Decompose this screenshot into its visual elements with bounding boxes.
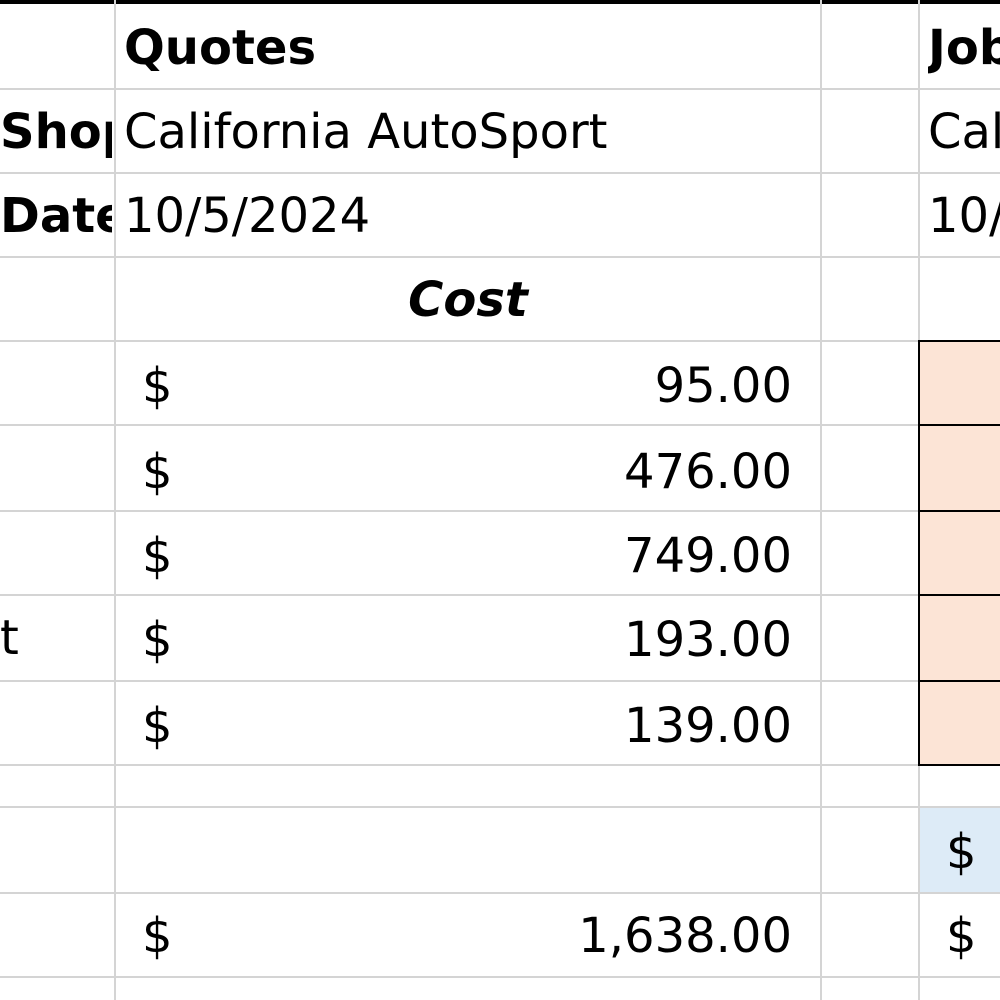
row-label-fragment[interactable]: t [0,596,40,680]
currency-symbol: $ [142,528,173,584]
currency-symbol: $ [142,698,173,754]
total-amount: 1,638.00 [578,908,792,964]
job-header-partial[interactable]: Job [928,6,1000,90]
cost-amount: 476.00 [624,444,792,500]
shop-label[interactable]: Shop [0,90,112,174]
date-value[interactable]: 10/5/2024 [124,174,814,258]
date-label[interactable]: Date [0,174,112,258]
col-divider-b-c [820,0,822,1000]
currency-symbol: $ [142,444,173,500]
blue-cell-currency: $ [946,824,977,880]
job-shop-partial[interactable]: Cal [928,90,1000,174]
total-currency-symbol: $ [142,908,173,964]
peach-cell[interactable] [918,340,1000,426]
peach-cell[interactable] [918,594,1000,682]
row-line [0,806,1000,808]
cost-amount: 95.00 [654,358,792,414]
job-date-partial[interactable]: 10/ [928,174,1000,258]
cost-amount: 749.00 [624,528,792,584]
shop-value[interactable]: California AutoSport [124,90,814,174]
peach-cell[interactable] [918,510,1000,596]
currency-symbol: $ [142,612,173,668]
cost-amount: 193.00 [624,612,792,668]
job-total-currency: $ [946,908,977,964]
quotes-header[interactable]: Quotes [124,6,814,90]
col-divider-a-b [114,0,116,1000]
cost-header[interactable]: Cost [116,258,820,342]
peach-cell[interactable] [918,424,1000,512]
peach-cell[interactable] [918,680,1000,766]
currency-symbol: $ [142,358,173,414]
top-border [0,0,1000,4]
cost-amount: 139.00 [624,698,792,754]
